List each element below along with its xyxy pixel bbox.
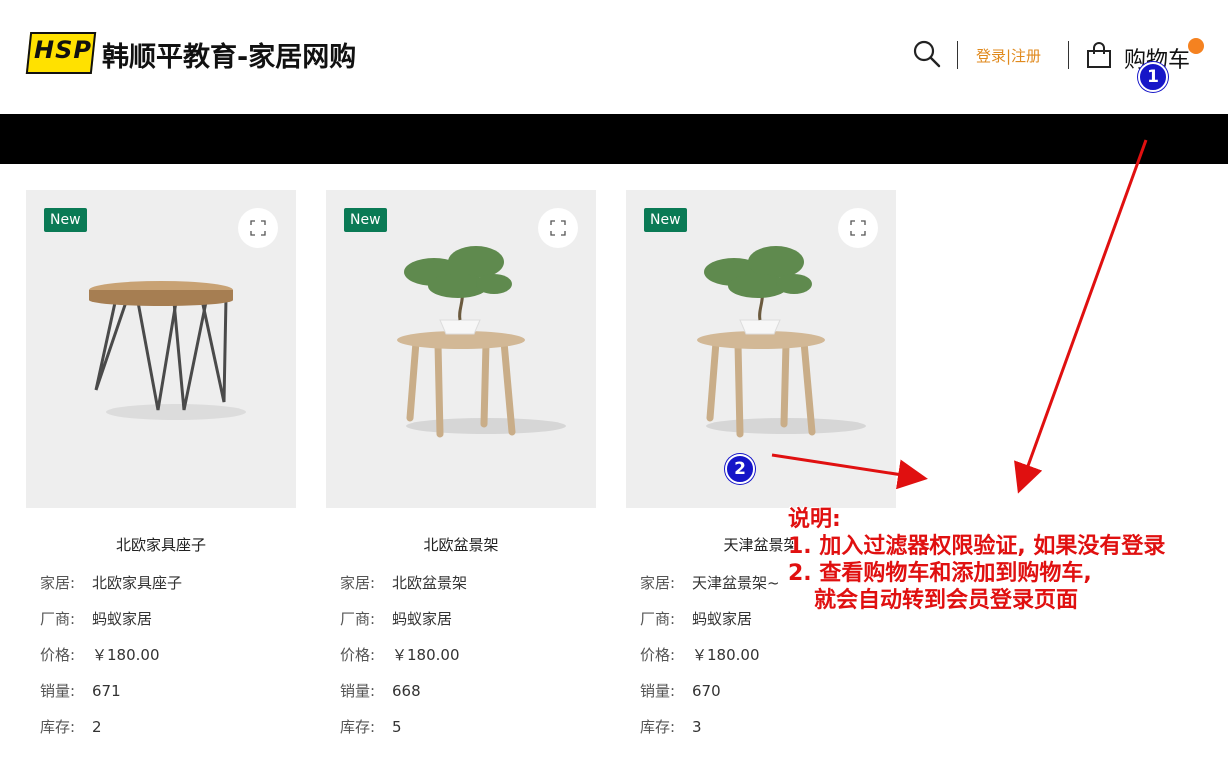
annotation-badge-1: 1: [1138, 62, 1168, 92]
expand-icon: [250, 220, 266, 236]
info-value: 5: [392, 718, 402, 736]
info-value: 668: [392, 682, 421, 700]
site-header: HSP 韩顺平教育-家居网购 登录|注册 购物车: [0, 0, 1228, 114]
product-info-row: 厂商: 蚂蚁家居: [340, 608, 452, 629]
info-value: 北欧家具座子: [92, 574, 183, 592]
info-label: 销量:: [640, 682, 676, 700]
info-value: 北欧盆景架: [392, 574, 468, 592]
note-line: 说明:: [788, 507, 841, 532]
info-label: 价格:: [640, 646, 676, 664]
shopping-bag-icon: [1087, 42, 1111, 68]
info-label: 价格:: [40, 646, 76, 664]
product-info-row: 价格: ￥180.00: [340, 644, 460, 665]
info-label: 销量:: [40, 682, 76, 700]
info-label: 库存:: [340, 718, 376, 736]
info-value: 蚂蚁家居: [692, 610, 753, 628]
product-info-row: 价格: ￥180.00: [640, 644, 760, 665]
product-info-row: 家居: 天津盆景架~: [640, 572, 780, 593]
product-info-row: 厂商: 蚂蚁家居: [640, 608, 752, 629]
product-name[interactable]: 北欧盆景架: [326, 534, 596, 555]
product-info-row: 厂商: 蚂蚁家居: [40, 608, 152, 629]
note-line: 就会自动转到会员登录页面: [814, 588, 1079, 613]
info-value: ￥180.00: [392, 646, 460, 664]
info-label: 厂商:: [640, 610, 676, 628]
search-icon: [913, 40, 941, 68]
new-badge: New: [44, 208, 87, 232]
nav-bar: [0, 114, 1228, 164]
quick-view-button[interactable]: [538, 208, 578, 248]
product-info-row: 销量: 670: [640, 680, 721, 701]
product-info-row: 家居: 北欧盆景架: [340, 572, 467, 593]
info-value: ￥180.00: [692, 646, 760, 664]
info-label: 家居:: [340, 574, 376, 592]
product-info-row: 价格: ￥180.00: [40, 644, 160, 665]
info-value: 671: [92, 682, 121, 700]
expand-icon: [550, 220, 566, 236]
info-label: 价格:: [340, 646, 376, 664]
info-label: 厂商:: [40, 610, 76, 628]
logo-text[interactable]: HSP: [34, 36, 92, 64]
info-value: 670: [692, 682, 721, 700]
annotation-note: 说明: 1. 加入过滤器权限验证, 如果没有登录 2. 查看购物车和添加到购物车…: [788, 506, 1165, 614]
note-line: 2. 查看购物车和添加到购物车,: [788, 561, 1092, 586]
product-info-row: 销量: 671: [40, 680, 121, 701]
info-label: 家居:: [40, 574, 76, 592]
product-info-row: 库存: 5: [340, 716, 402, 737]
cart-notification-dot: [1188, 38, 1204, 54]
product-info-row: 库存: 3: [640, 716, 702, 737]
info-value: 2: [92, 718, 102, 736]
product-info-row: 家居: 北欧家具座子: [40, 572, 182, 593]
login-register-link[interactable]: 登录|注册: [976, 45, 1041, 66]
expand-icon: [850, 220, 866, 236]
product-info-row: 销量: 668: [340, 680, 421, 701]
new-badge: New: [344, 208, 387, 232]
note-line: 1. 加入过滤器权限验证, 如果没有登录: [788, 534, 1166, 559]
info-value: 蚂蚁家居: [392, 610, 453, 628]
info-label: 库存:: [40, 718, 76, 736]
info-label: 库存:: [640, 718, 676, 736]
product-image[interactable]: New: [326, 190, 596, 508]
product-name[interactable]: 北欧家具座子: [26, 534, 296, 555]
quick-view-button[interactable]: [238, 208, 278, 248]
info-label: 家居:: [640, 574, 676, 592]
info-value: ￥180.00: [92, 646, 160, 664]
info-value: 3: [692, 718, 702, 736]
product-info-row: 库存: 2: [40, 716, 102, 737]
site-title[interactable]: 韩顺平教育-家居网购: [102, 35, 356, 74]
search-button[interactable]: [911, 38, 943, 70]
info-label: 厂商:: [340, 610, 376, 628]
info-value: 天津盆景架~: [692, 574, 780, 592]
new-badge: New: [644, 208, 687, 232]
product-image[interactable]: New: [626, 190, 896, 508]
header-divider: [1068, 41, 1069, 69]
quick-view-button[interactable]: [838, 208, 878, 248]
annotation-badge-2: 2: [725, 454, 755, 484]
header-divider: [957, 41, 958, 69]
product-image[interactable]: New: [26, 190, 296, 508]
info-label: 销量:: [340, 682, 376, 700]
info-value: 蚂蚁家居: [92, 610, 153, 628]
